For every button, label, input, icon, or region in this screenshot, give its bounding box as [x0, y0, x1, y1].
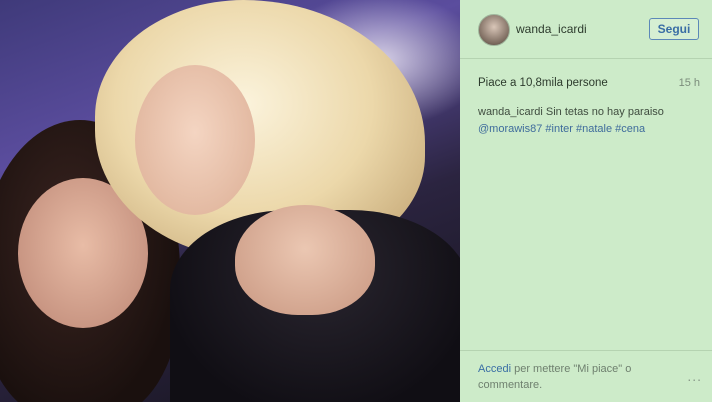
follow-button[interactable]: Segui: [649, 18, 699, 40]
post-caption: wanda_icardi Sin tetas no hay paraiso @m…: [478, 104, 703, 138]
photo-decor: [135, 65, 255, 215]
post-photo[interactable]: [0, 0, 460, 402]
post-side-panel: wanda_icardi Segui Piace a 10,8mila pers…: [460, 0, 712, 402]
hashtag-link[interactable]: #natale: [576, 123, 612, 135]
hashtag-link[interactable]: #inter: [545, 123, 573, 135]
hashtag-link[interactable]: #cena: [615, 123, 645, 135]
more-options-icon[interactable]: ...: [687, 368, 702, 384]
username[interactable]: wanda_icardi: [516, 22, 587, 36]
login-link[interactable]: Accedi: [478, 363, 511, 375]
divider: [460, 350, 712, 351]
post-header: wanda_icardi Segui: [460, 0, 712, 59]
login-prompt: Accedi per mettere "Mi piace" o commenta…: [478, 361, 668, 393]
caption-mention[interactable]: @morawis87: [478, 123, 542, 135]
photo-decor: [235, 205, 375, 315]
likes-count[interactable]: Piace a 10,8mila persone: [478, 77, 608, 89]
caption-text: Sin tetas no hay paraiso: [542, 106, 664, 118]
caption-author[interactable]: wanda_icardi: [478, 106, 543, 118]
post-time: 15 h: [678, 77, 700, 89]
avatar-icon[interactable]: [478, 14, 510, 46]
